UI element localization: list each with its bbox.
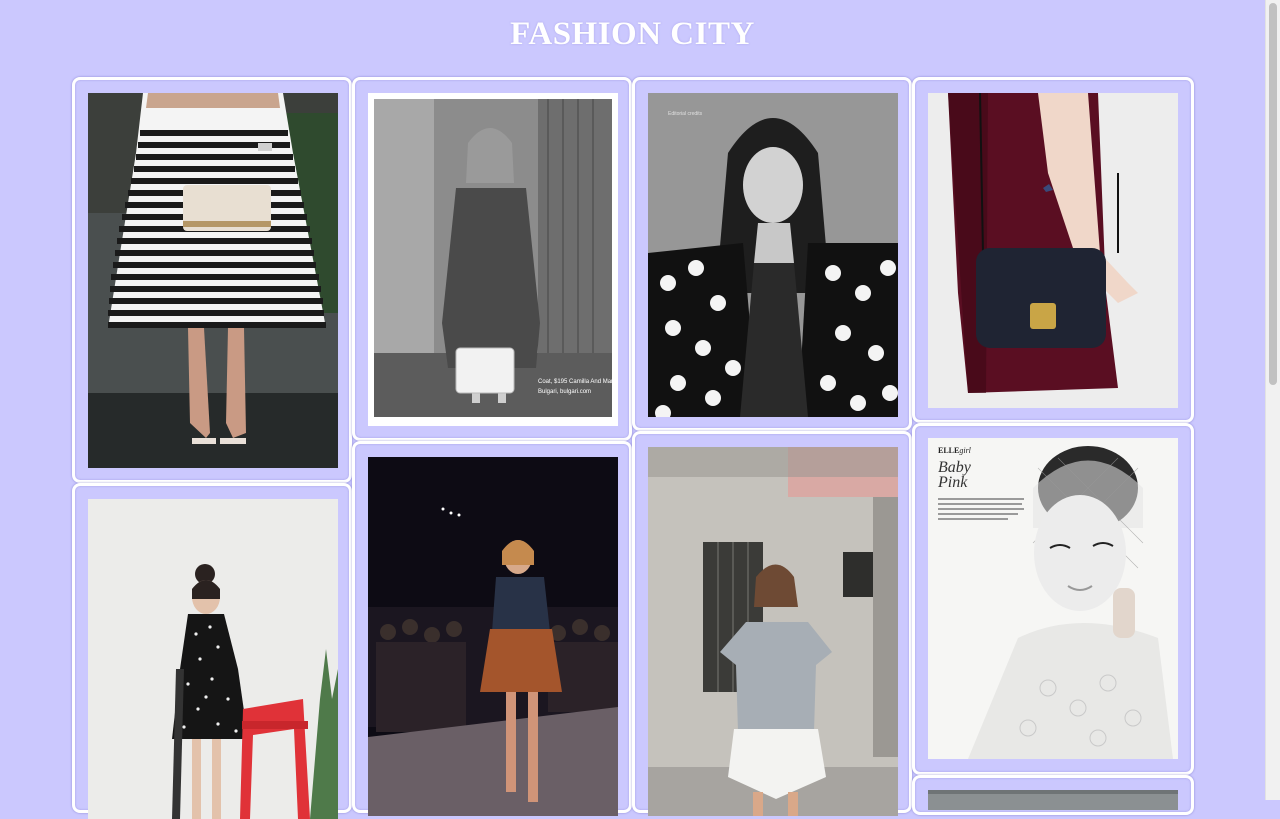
gallery-card[interactable] [632,431,912,816]
photo-velvet-dress[interactable] [928,93,1178,408]
vertical-scrollbar[interactable] [1265,0,1280,800]
magazine-brand-suffix: girl [959,446,971,455]
photo-bw-coat[interactable]: Coat, $195 Camilla And Marc Bulgari, bul… [368,93,618,426]
headline-line-1: Baby [938,459,971,476]
svg-text:Bulgari, bulgari.com: Bulgari, bulgari.com [538,389,591,395]
photo-baby-pink-magazine[interactable]: ELLEgirl Baby Pink [928,438,1178,759]
gallery-card[interactable] [352,441,632,816]
headline-line-2: Pink [938,474,968,491]
gallery-card[interactable]: ELLEgirl Baby Pink [912,423,1194,775]
photo-gallery: Coat, $195 Camilla And Marc Bulgari, bul… [0,0,1265,819]
photo-runway[interactable] [368,457,618,816]
magazine-headline: Baby Pink [938,459,971,491]
svg-text:Editorial credits: Editorial credits [668,111,703,117]
gallery-card[interactable]: Coat, $195 Camilla And Marc Bulgari, bul… [352,77,632,441]
photo-partial[interactable] [928,790,1178,810]
gallery-card[interactable] [72,483,352,819]
svg-text:Coat, $195 Camilla And Marc: Coat, $195 Camilla And Marc [538,379,616,385]
magazine-brand: ELLEgirl [938,446,971,455]
photo-grey-tee[interactable] [648,447,898,816]
gallery-card[interactable] [912,775,1194,815]
photo-polka-dot-dress[interactable] [88,499,338,819]
magazine-body-text [938,498,1026,523]
scrollbar-thumb[interactable] [1269,3,1277,385]
photo-floral-jacket[interactable]: Editorial credits [648,93,898,417]
gallery-card[interactable] [912,77,1194,423]
photo-striped-skirt[interactable] [88,93,338,468]
magazine-brand-name: ELLE [938,446,960,455]
gallery-card[interactable]: Editorial credits [632,77,912,431]
gallery-card[interactable] [72,77,352,483]
